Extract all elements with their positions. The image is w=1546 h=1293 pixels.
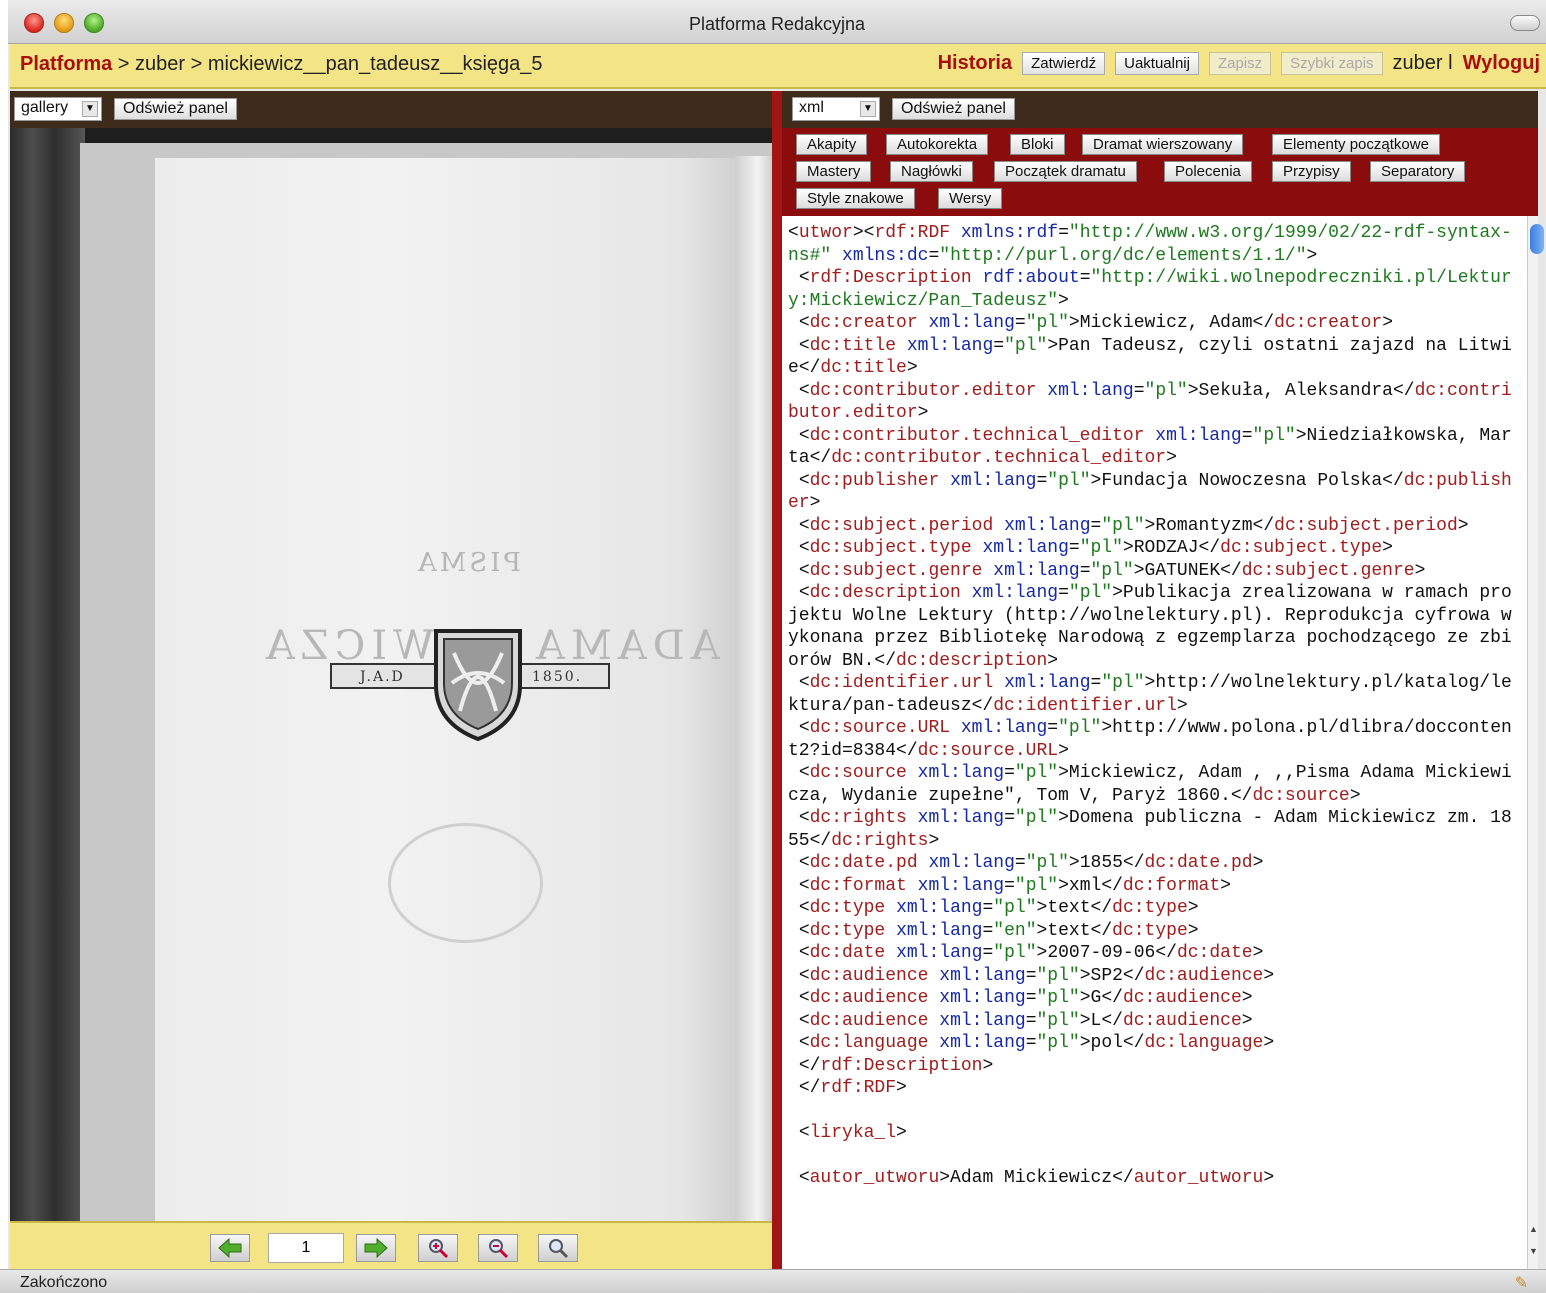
zoom-in-icon <box>429 1239 449 1259</box>
left-panel-toolbar: gallery ▼ Odśwież panel <box>10 91 780 128</box>
editor-scrollbar[interactable] <box>1527 216 1538 1269</box>
zoom-out-icon <box>489 1239 509 1259</box>
header-actions: Historia Zatwierdź Uaktualnij Zapisz Szy… <box>938 52 1540 75</box>
tag-wersy[interactable]: Wersy <box>938 188 1003 209</box>
tag-mastery[interactable]: Mastery <box>796 161 872 182</box>
previous-page-button[interactable] <box>210 1234 250 1262</box>
resize-grip-icon[interactable]: ✎ <box>1515 1273 1528 1293</box>
username-text: zuber <box>1392 52 1443 74</box>
header-bar: Platforma > zuber > mickiewicz__pan_tade… <box>10 44 1546 89</box>
save-button[interactable]: Zapisz <box>1208 52 1272 75</box>
breadcrumb-document: mickiewicz__pan_tadeusz__księga_5 <box>207 53 543 75</box>
confirm-button[interactable]: Zatwierdź <box>1022 52 1106 75</box>
right-view-select[interactable]: xml ▼ <box>792 97 880 121</box>
page-number-input[interactable]: 1 <box>268 1233 344 1263</box>
status-bar: Zakończono ✎ <box>0 1269 1546 1293</box>
breadcrumb: Platforma > zuber > mickiewicz__pan_tade… <box>20 53 543 76</box>
left-view-select[interactable]: gallery ▼ <box>14 97 102 121</box>
zoom-out-button[interactable] <box>478 1234 518 1262</box>
tag-naglowki[interactable]: Nagłówki <box>890 161 973 182</box>
user-divider: l <box>1448 52 1453 74</box>
breadcrumb-home-link[interactable]: Platforma <box>20 53 112 75</box>
coat-of-arms-icon <box>434 629 522 742</box>
scroll-down-icon[interactable]: ▼ <box>1529 1246 1538 1260</box>
right-panel-toolbar: xml ▼ Odśwież panel <box>782 91 1538 128</box>
right-refresh-button[interactable]: Odśwież panel <box>892 98 1015 120</box>
window-title: Platforma Redakcyjna <box>688 14 866 34</box>
bleed-through-text: PISMA <box>415 548 521 578</box>
toolbar-toggle-button[interactable] <box>1510 15 1540 31</box>
arrow-right-icon <box>364 1238 388 1258</box>
tag-dramat-wierszowany[interactable]: Dramat wierszowany <box>1082 134 1244 155</box>
gallery-navigation: 1 <box>10 1221 780 1269</box>
chevron-down-icon: ▼ <box>82 101 98 117</box>
quick-save-button[interactable]: Szybki zapis <box>1281 52 1383 75</box>
left-view-select-value: gallery <box>21 99 69 116</box>
next-page-button[interactable] <box>356 1234 396 1262</box>
breadcrumb-separator: > <box>112 53 136 75</box>
arrow-left-icon <box>218 1238 242 1258</box>
panel-splitter[interactable] <box>772 91 782 1269</box>
xml-source[interactable]: <utwor><rdf:RDF xmlns:rdf="http://www.w3… <box>788 222 1518 1190</box>
logout-link[interactable]: Wyloguj <box>1463 52 1540 75</box>
right-view-select-value: xml <box>799 99 824 116</box>
chevron-down-icon: ▼ <box>860 101 876 117</box>
scroll-up-icon[interactable]: ▲ <box>1529 1224 1538 1238</box>
tag-toolbar: Akapity Autokorekta Bloki Dramat wierszo… <box>782 128 1538 216</box>
tag-style-znakowe[interactable]: Style znakowe <box>796 188 915 209</box>
status-text: Zakończono <box>20 1274 108 1291</box>
tag-bloki[interactable]: Bloki <box>1010 134 1065 155</box>
banner-year: 1850. <box>532 669 583 685</box>
banner-initials: J.A.D <box>360 669 405 685</box>
tag-elementy-poczatkowe[interactable]: Elementy początkowe <box>1272 134 1440 155</box>
title-bar: Platforma Redakcyjna <box>8 0 1546 44</box>
username: zuber l <box>1393 52 1453 75</box>
zoom-in-button[interactable] <box>418 1234 458 1262</box>
zoom-reset-button[interactable] <box>538 1234 578 1262</box>
scroll-thumb[interactable] <box>1530 224 1544 254</box>
tag-separatory[interactable]: Separatory <box>1370 161 1466 182</box>
tag-akapity[interactable]: Akapity <box>796 134 868 155</box>
history-link[interactable]: Historia <box>938 52 1012 75</box>
xml-editor[interactable]: <utwor><rdf:RDF xmlns:rdf="http://www.w3… <box>782 216 1527 1269</box>
tag-przypisy[interactable]: Przypisy <box>1272 161 1351 182</box>
tag-autokorekta[interactable]: Autokorekta <box>886 134 989 155</box>
scan-viewer[interactable]: PISMA WICZA ADAMA J.A.D 1850. <box>10 128 780 1221</box>
tag-poczatek-dramatu[interactable]: Początek dramatu <box>994 161 1137 182</box>
update-button[interactable]: Uaktualnij <box>1115 52 1199 75</box>
tag-polecenia[interactable]: Polecenia <box>1164 161 1252 182</box>
left-refresh-button[interactable]: Odśwież panel <box>114 98 237 120</box>
zoom-reset-icon <box>549 1239 569 1259</box>
breadcrumb-user-link[interactable]: zuber <box>135 53 185 75</box>
book-cover-edge <box>10 128 85 1221</box>
library-stamp <box>388 823 543 943</box>
breadcrumb-separator: > <box>185 53 208 75</box>
